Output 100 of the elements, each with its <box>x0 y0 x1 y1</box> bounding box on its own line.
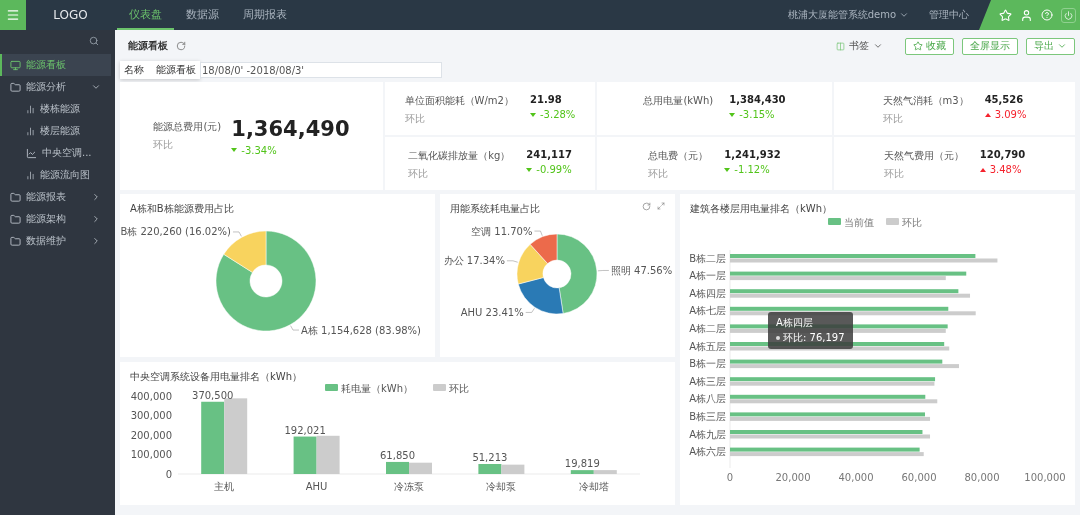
slice-label: B栋 220,260 (16.02%) <box>120 226 231 238</box>
sidebar-item[interactable]: 能源流向图 <box>0 164 115 186</box>
legend-swatch <box>886 218 899 225</box>
menu-button[interactable] <box>0 0 26 30</box>
page-title: 能源看板 <box>128 39 168 53</box>
star-icon <box>913 41 923 51</box>
menu-icon <box>6 8 20 22</box>
axis-label: A栋一层 <box>689 270 726 282</box>
search-icon[interactable] <box>89 36 99 46</box>
axis-label: B栋一层 <box>689 358 726 370</box>
compare-label: 环比 <box>404 112 426 126</box>
change-value: 3.09% <box>984 109 1027 120</box>
nav-tab[interactable]: 周期报表 <box>231 0 299 30</box>
power-button[interactable] <box>1061 7 1076 23</box>
axis-label: B栋二层 <box>689 252 726 264</box>
axis-label: 100,000 <box>1024 472 1066 483</box>
down-triangle-icon <box>724 167 731 172</box>
folder-icon <box>10 235 21 247</box>
axis-label: A栋七层 <box>689 305 726 317</box>
axis-label: 400,000 <box>130 390 172 402</box>
sidebar-item[interactable]: 能源看板 <box>0 54 111 76</box>
chart-title: A栋和B栋能源费用占比 <box>130 202 234 214</box>
slice-label: 照明 47.56% <box>610 264 673 276</box>
value-label: 370,500 <box>192 389 234 401</box>
axis-label: AHU <box>305 481 328 492</box>
compare-label: 环比 <box>882 112 904 126</box>
leader-line <box>597 270 610 272</box>
value-label: 192,021 <box>284 424 326 436</box>
axis-label: 主机 <box>214 481 235 492</box>
kpi-value: 1,384,430 <box>729 94 786 105</box>
expand-icon[interactable] <box>657 202 665 210</box>
leader-line <box>232 231 242 237</box>
folder-icon <box>10 81 21 93</box>
bookmark-dropdown[interactable]: 书签 <box>830 38 889 54</box>
chart-title: 中央空调系统设备用电量排名（kWh） <box>130 370 303 382</box>
kpi-label: 单位面积能耗（W/m2） <box>404 94 514 108</box>
change-value: -3.34% <box>231 144 350 156</box>
sidebar-item[interactable]: 能源报表 <box>0 186 115 208</box>
nav-tab[interactable]: 数据源 <box>174 0 231 30</box>
axis-label: 冷却泵 <box>486 481 517 492</box>
sidebar-item[interactable]: 能源分析 <box>0 76 115 98</box>
tooltip-value: 能源看板 <box>156 63 196 77</box>
bar <box>316 435 340 474</box>
columns-icon <box>836 41 845 51</box>
line-chart-icon <box>26 147 37 159</box>
sidebar-item[interactable]: 楼层能源 <box>0 120 115 142</box>
chevron-down-icon <box>873 41 883 51</box>
refresh-icon[interactable] <box>176 41 186 51</box>
change-value: -3.15% <box>729 109 786 120</box>
up-triangle-icon <box>979 167 986 172</box>
kpi-value: 120,790 <box>979 149 1026 160</box>
tooltip-value: 环比: 76,197 <box>776 331 845 345</box>
nav-tab[interactable]: 仪表盘 <box>117 0 174 30</box>
compare-label: 环比 <box>883 167 905 181</box>
sidebar-item[interactable]: 中央空调... <box>0 142 115 164</box>
value-label: 61,850 <box>380 449 415 461</box>
legend-swatch <box>325 384 338 391</box>
bar <box>409 462 432 474</box>
axis-label: 冷冻泵 <box>394 481 424 492</box>
legend-label: 当前值 <box>844 217 874 228</box>
kpi-label: 二氧化碳排放量（kg） <box>408 149 511 163</box>
up-triangle-icon <box>984 112 991 117</box>
project-dropdown[interactable]: 桃浦大厦能管系统demo <box>777 0 919 30</box>
bar <box>501 464 525 474</box>
sidebar-item[interactable]: 能源架构 <box>0 208 115 230</box>
slice-label: A栋 1,154,628 (83.98%) <box>301 324 422 336</box>
down-triangle-icon <box>526 167 533 172</box>
folder-icon <box>10 213 21 225</box>
axis-label: 300,000 <box>130 410 172 421</box>
axis-label: 20,000 <box>775 472 811 483</box>
kpi-value: 1,364,490 <box>231 116 350 141</box>
bar-chart-icon <box>26 126 35 136</box>
axis-label: A栋八层 <box>689 393 726 405</box>
dot-icon <box>776 336 780 340</box>
slice-label: AHU 23.41% <box>460 306 524 318</box>
change-value: -3.28% <box>530 109 576 120</box>
sidebar-item[interactable]: 数据维护 <box>0 230 115 252</box>
axis-label: 60,000 <box>901 472 937 483</box>
tooltip-label: 名称 <box>124 63 144 77</box>
axis-label: 200,000 <box>130 429 172 441</box>
axis-label: A栋五层 <box>689 340 726 352</box>
axis-label: A栋四层 <box>689 287 726 299</box>
legend-swatch <box>433 384 446 391</box>
legend-label: 耗电量（kWh） <box>341 383 414 394</box>
refresh-icon[interactable] <box>642 202 651 211</box>
axis-label: 0 <box>165 468 172 480</box>
kpi-value: 241,117 <box>526 149 572 160</box>
change-value: -1.12% <box>724 164 781 175</box>
kpi-label: 总用电量(kWh) <box>643 94 714 108</box>
down-triangle-icon <box>530 112 536 117</box>
date-range-field[interactable]: 18/08/0' -2018/08/3' <box>200 62 442 78</box>
kpi-label: 总电费（元） <box>648 149 709 163</box>
change-value: 3.48% <box>979 164 1026 175</box>
sidebar-item[interactable]: 楼栋能源 <box>0 98 115 120</box>
admin-link[interactable]: 管理中心 <box>919 0 979 30</box>
user-icon[interactable] <box>1020 8 1033 22</box>
leader-line <box>525 307 535 313</box>
axis-label: 40,000 <box>838 472 874 483</box>
help-icon[interactable] <box>1041 9 1053 21</box>
star-icon[interactable] <box>999 8 1012 22</box>
